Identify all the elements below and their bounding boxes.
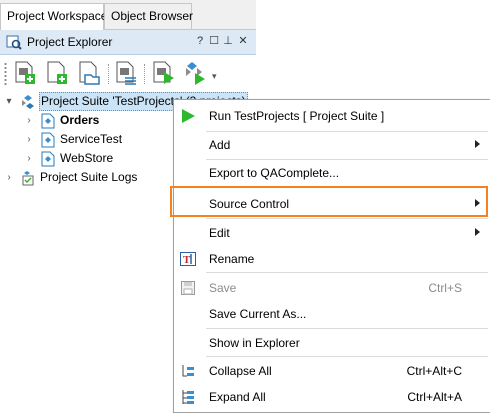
menu-item-shortcut: Ctrl+S [428, 281, 462, 295]
menu-item-label: Export to QAComplete... [209, 166, 340, 180]
toolbar-grip[interactable] [4, 62, 7, 86]
menu-item-show-in-explorer[interactable]: Show in Explorer [174, 330, 490, 356]
project-label: Orders [60, 113, 100, 127]
menu-separator [206, 272, 488, 273]
svg-text:T: T [183, 254, 191, 266]
expanded-arrow-icon[interactable]: ▾ [4, 92, 14, 111]
run-icon[interactable] [150, 59, 176, 87]
menu-item-shortcut: Ctrl+Alt+C [406, 364, 462, 378]
collapsed-arrow-icon[interactable]: › [4, 168, 14, 187]
run-options-icon[interactable] [182, 59, 208, 87]
panel-tabstrip: Project Workspace Object Browser [0, 0, 256, 30]
submenu-arrow-icon [475, 228, 480, 236]
add-new-item-icon[interactable] [44, 59, 70, 87]
explorer-toolbar: ▾ [0, 56, 256, 92]
menu-item-expand-all[interactable]: Expand All Ctrl+Alt+A [174, 384, 490, 410]
menu-item-label: Add [209, 138, 231, 152]
rename-icon: T [180, 251, 196, 267]
submenu-arrow-icon [475, 140, 480, 148]
menu-item-label: Save [209, 281, 237, 295]
toolbar-separator [108, 64, 110, 84]
project-explorer-header: Project Explorer ? ☐ ⊥ ✕ [0, 30, 256, 55]
project-icon [40, 132, 56, 148]
source-control-highlight-frame [170, 186, 488, 217]
collapsed-arrow-icon[interactable]: › [24, 111, 34, 130]
menu-item-label: Edit [209, 226, 230, 240]
menu-item-label: Save Current As... [209, 307, 307, 321]
collapsed-arrow-icon[interactable]: › [24, 130, 34, 149]
project-icon [40, 113, 56, 129]
menu-item-shortcut: Ctrl+Alt+A [407, 390, 462, 404]
menu-item-collapse-all[interactable]: Collapse All Ctrl+Alt+C [174, 358, 490, 384]
menu-separator [206, 218, 488, 219]
run-icon [180, 108, 196, 124]
menu-item-label: Expand All [209, 390, 266, 404]
help-button[interactable]: ? [194, 34, 206, 48]
menu-item-save[interactable]: Save Ctrl+S [174, 275, 490, 301]
logs-icon [20, 170, 36, 186]
close-panel-button[interactable]: ✕ [237, 34, 249, 48]
tab-object-browser[interactable]: Object Browser [104, 3, 193, 29]
menu-item-label: Run TestProjects [ Project Suite ] [209, 109, 385, 123]
float-window-button[interactable]: ☐ [208, 34, 220, 48]
collapse-all-icon [180, 363, 196, 379]
expand-all-icon [180, 389, 196, 405]
menu-item-run[interactable]: Run TestProjects [ Project Suite ] [174, 103, 490, 129]
menu-item-edit[interactable]: Edit [174, 220, 490, 246]
project-suite-icon [20, 94, 36, 110]
menu-separator [206, 356, 488, 357]
menu-item-add[interactable]: Add [174, 132, 490, 158]
project-label: ServiceTest [60, 132, 123, 146]
tests-list-icon[interactable] [113, 59, 139, 87]
logs-label: Project Suite Logs [40, 170, 138, 184]
menu-item-label: Rename [209, 252, 255, 266]
project-label: WebStore [60, 151, 114, 165]
new-project-icon[interactable] [12, 59, 38, 87]
collapsed-arrow-icon[interactable]: › [24, 149, 34, 168]
project-explorer-icon [6, 34, 22, 50]
project-explorer-title: Project Explorer [27, 35, 113, 49]
chevron-down-icon[interactable]: ▾ [212, 71, 217, 82]
menu-separator [206, 328, 488, 329]
menu-item-save-current-as[interactable]: Save Current As... [174, 301, 490, 327]
pin-button[interactable]: ⊥ [222, 34, 234, 48]
toolbar-separator [144, 64, 146, 84]
tab-project-workspace[interactable]: Project Workspace [0, 3, 107, 30]
context-menu: Run TestProjects [ Project Suite ] Add E… [173, 99, 490, 413]
menu-item-export-qacomplete[interactable]: Export to QAComplete... [174, 160, 490, 186]
menu-item-label: Show in Explorer [209, 336, 300, 350]
menu-item-rename[interactable]: T Rename [174, 246, 490, 272]
add-existing-item-icon[interactable] [76, 59, 102, 87]
project-icon [40, 151, 56, 167]
menu-item-label: Collapse All [209, 364, 272, 378]
save-icon [180, 280, 196, 296]
